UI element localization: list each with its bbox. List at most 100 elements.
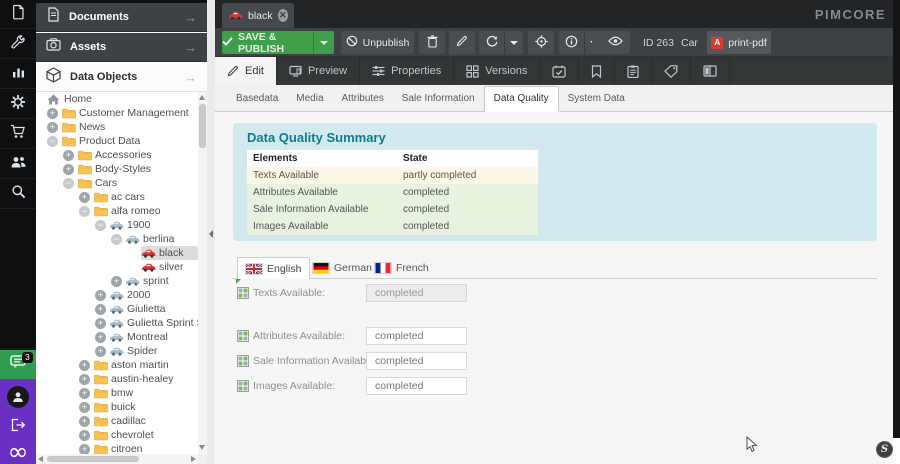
tab-edit[interactable]: Edit bbox=[215, 57, 277, 85]
tree-item-black[interactable]: black bbox=[36, 246, 198, 260]
tree-item-giulietta[interactable]: +Giulietta bbox=[36, 302, 198, 316]
subtab-data-quality[interactable]: Data Quality bbox=[484, 86, 559, 112]
tree-item-alfa-romeo[interactable]: −alfa romeo bbox=[36, 204, 198, 218]
tree-node-body[interactable]: Product Data bbox=[61, 134, 198, 148]
tree-node-body[interactable]: austin-healey bbox=[93, 372, 198, 386]
tree-item-bmw[interactable]: +bmw bbox=[36, 386, 198, 400]
expand-node-icon[interactable]: + bbox=[79, 416, 90, 427]
tab-object-black[interactable]: black ✕ bbox=[222, 3, 294, 28]
close-tab-icon[interactable]: ✕ bbox=[278, 9, 288, 22]
reload-options-dropdown[interactable] bbox=[504, 31, 523, 54]
tree-node-body[interactable]: 2000 bbox=[109, 288, 198, 302]
nav-customers-button[interactable] bbox=[0, 150, 36, 179]
tree-node-body[interactable]: cadillac bbox=[93, 414, 198, 428]
subtab-basedata[interactable]: Basedata bbox=[227, 86, 287, 111]
tree-item-accessories[interactable]: +Accessories bbox=[36, 148, 198, 162]
subtab-sale-information[interactable]: Sale Information bbox=[393, 86, 484, 111]
expand-node-icon[interactable]: + bbox=[79, 360, 90, 371]
expand-node-icon[interactable]: + bbox=[47, 108, 58, 119]
tree-item-berlina[interactable]: −berlina bbox=[36, 232, 198, 246]
rename-button[interactable] bbox=[449, 31, 475, 54]
collapse-node-icon[interactable]: − bbox=[63, 178, 74, 189]
tree-item-chevrolet[interactable]: +chevrolet bbox=[36, 428, 198, 442]
expand-node-icon[interactable]: + bbox=[63, 150, 74, 161]
expand-node-icon[interactable]: + bbox=[79, 374, 90, 385]
nav-file-button[interactable] bbox=[0, 0, 36, 29]
unpublish-button[interactable]: Unpublish bbox=[341, 31, 414, 54]
tree-node-body[interactable]: Spider bbox=[109, 344, 198, 358]
expand-node-icon[interactable]: + bbox=[95, 318, 106, 329]
tree-item-body-styles[interactable]: +Body-Styles bbox=[36, 162, 198, 176]
tab-tags[interactable] bbox=[652, 57, 691, 85]
tree-node-body[interactable]: 1900 bbox=[109, 218, 198, 232]
nav-ecommerce-button[interactable] bbox=[0, 120, 36, 149]
tree-item-cadillac[interactable]: +cadillac bbox=[36, 414, 198, 428]
expand-node-icon[interactable]: + bbox=[95, 290, 106, 301]
tab-schedule[interactable] bbox=[540, 57, 579, 85]
tree-item-cars[interactable]: −Cars bbox=[36, 176, 198, 190]
tree-item-2000[interactable]: +2000 bbox=[36, 288, 198, 302]
tree-item-news[interactable]: +News bbox=[36, 120, 198, 134]
tree-node-body[interactable]: bmw bbox=[93, 386, 198, 400]
subtab-media[interactable]: Media bbox=[287, 86, 332, 111]
expand-node-icon[interactable]: + bbox=[79, 192, 90, 203]
scroll-up-arrow[interactable] bbox=[199, 95, 205, 100]
tree-vscroll-thumb[interactable] bbox=[199, 104, 206, 148]
print-pdf-button[interactable]: A print-pdf bbox=[707, 31, 771, 54]
user-profile-button[interactable] bbox=[0, 379, 36, 414]
nav-search-button[interactable] bbox=[0, 180, 36, 209]
tree-node-body[interactable]: buick bbox=[93, 400, 198, 414]
nav-tools-button[interactable] bbox=[0, 30, 36, 59]
tree-node-body[interactable]: sprint bbox=[125, 274, 198, 288]
chat-notifications-button[interactable]: 3 bbox=[0, 350, 36, 379]
tree-item-product-data[interactable]: −Product Data bbox=[36, 134, 198, 148]
accordion-data-objects[interactable]: Data Objects → bbox=[36, 63, 207, 92]
collapse-node-icon[interactable]: − bbox=[47, 136, 58, 147]
save-publish-button[interactable]: SAVE & PUBLISH bbox=[222, 31, 313, 54]
tree-item-spider[interactable]: +Spider bbox=[36, 344, 198, 358]
panel-splitter[interactable] bbox=[207, 0, 215, 464]
tab-preview[interactable]: Preview bbox=[277, 57, 360, 85]
expand-node-icon[interactable]: + bbox=[111, 276, 122, 287]
collapse-node-icon[interactable]: − bbox=[111, 234, 122, 245]
tree-item-1900[interactable]: −1900 bbox=[36, 218, 198, 232]
tab-notes[interactable] bbox=[579, 57, 615, 85]
tree-node-body[interactable]: Giulietta bbox=[109, 302, 198, 316]
tree-horizontal-scrollbar[interactable] bbox=[36, 454, 198, 464]
tree-node-body[interactable]: citroen bbox=[93, 442, 198, 454]
attributes-available-input[interactable] bbox=[366, 327, 467, 345]
info-button[interactable] bbox=[559, 31, 584, 54]
tab-versions[interactable]: Versions bbox=[454, 57, 540, 85]
tab-properties[interactable]: Properties bbox=[360, 57, 454, 85]
sale-information-available-input[interactable] bbox=[366, 352, 467, 370]
expand-node-icon[interactable]: + bbox=[95, 304, 106, 315]
expand-node-icon[interactable]: + bbox=[95, 332, 106, 343]
tree-node-body[interactable]: Montreal bbox=[109, 330, 198, 344]
tree-item-austin-healey[interactable]: +austin-healey bbox=[36, 372, 198, 386]
expand-node-icon[interactable]: + bbox=[63, 164, 74, 175]
accordion-documents[interactable]: Documents → bbox=[36, 3, 207, 32]
scroll-left-arrow[interactable] bbox=[38, 456, 43, 462]
tree-node-body[interactable]: black bbox=[141, 246, 198, 260]
debug-toolbar-badge[interactable]: S bbox=[876, 441, 893, 458]
reload-button[interactable] bbox=[479, 31, 504, 54]
tree-item-customer-management[interactable]: +Customer Management bbox=[36, 106, 198, 120]
expand-node-icon[interactable]: + bbox=[47, 122, 58, 133]
collapse-node-icon[interactable]: − bbox=[79, 206, 90, 217]
tree-node-body[interactable]: aston martin bbox=[93, 358, 198, 372]
tree-item-home[interactable]: Home bbox=[36, 92, 198, 106]
expand-node-icon[interactable]: + bbox=[79, 444, 90, 455]
tree-item-aston-martin[interactable]: +aston martin bbox=[36, 358, 198, 372]
tab-reports[interactable] bbox=[615, 57, 652, 85]
collapse-node-icon[interactable]: − bbox=[95, 220, 106, 231]
tree-item-montreal[interactable]: +Montreal bbox=[36, 330, 198, 344]
texts-available-input[interactable] bbox=[366, 284, 467, 302]
subtab-attributes[interactable]: Attributes bbox=[333, 86, 393, 111]
tree-item-ac-cars[interactable]: +ac cars bbox=[36, 190, 198, 204]
expand-node-icon[interactable]: + bbox=[79, 388, 90, 399]
tree-node-body[interactable]: Cars bbox=[77, 176, 198, 190]
locate-in-tree-button[interactable] bbox=[528, 31, 554, 54]
tree-item-silver[interactable]: silver bbox=[36, 260, 198, 274]
tree-item-citroen[interactable]: +citroen bbox=[36, 442, 198, 454]
nav-reports-button[interactable] bbox=[0, 60, 36, 89]
